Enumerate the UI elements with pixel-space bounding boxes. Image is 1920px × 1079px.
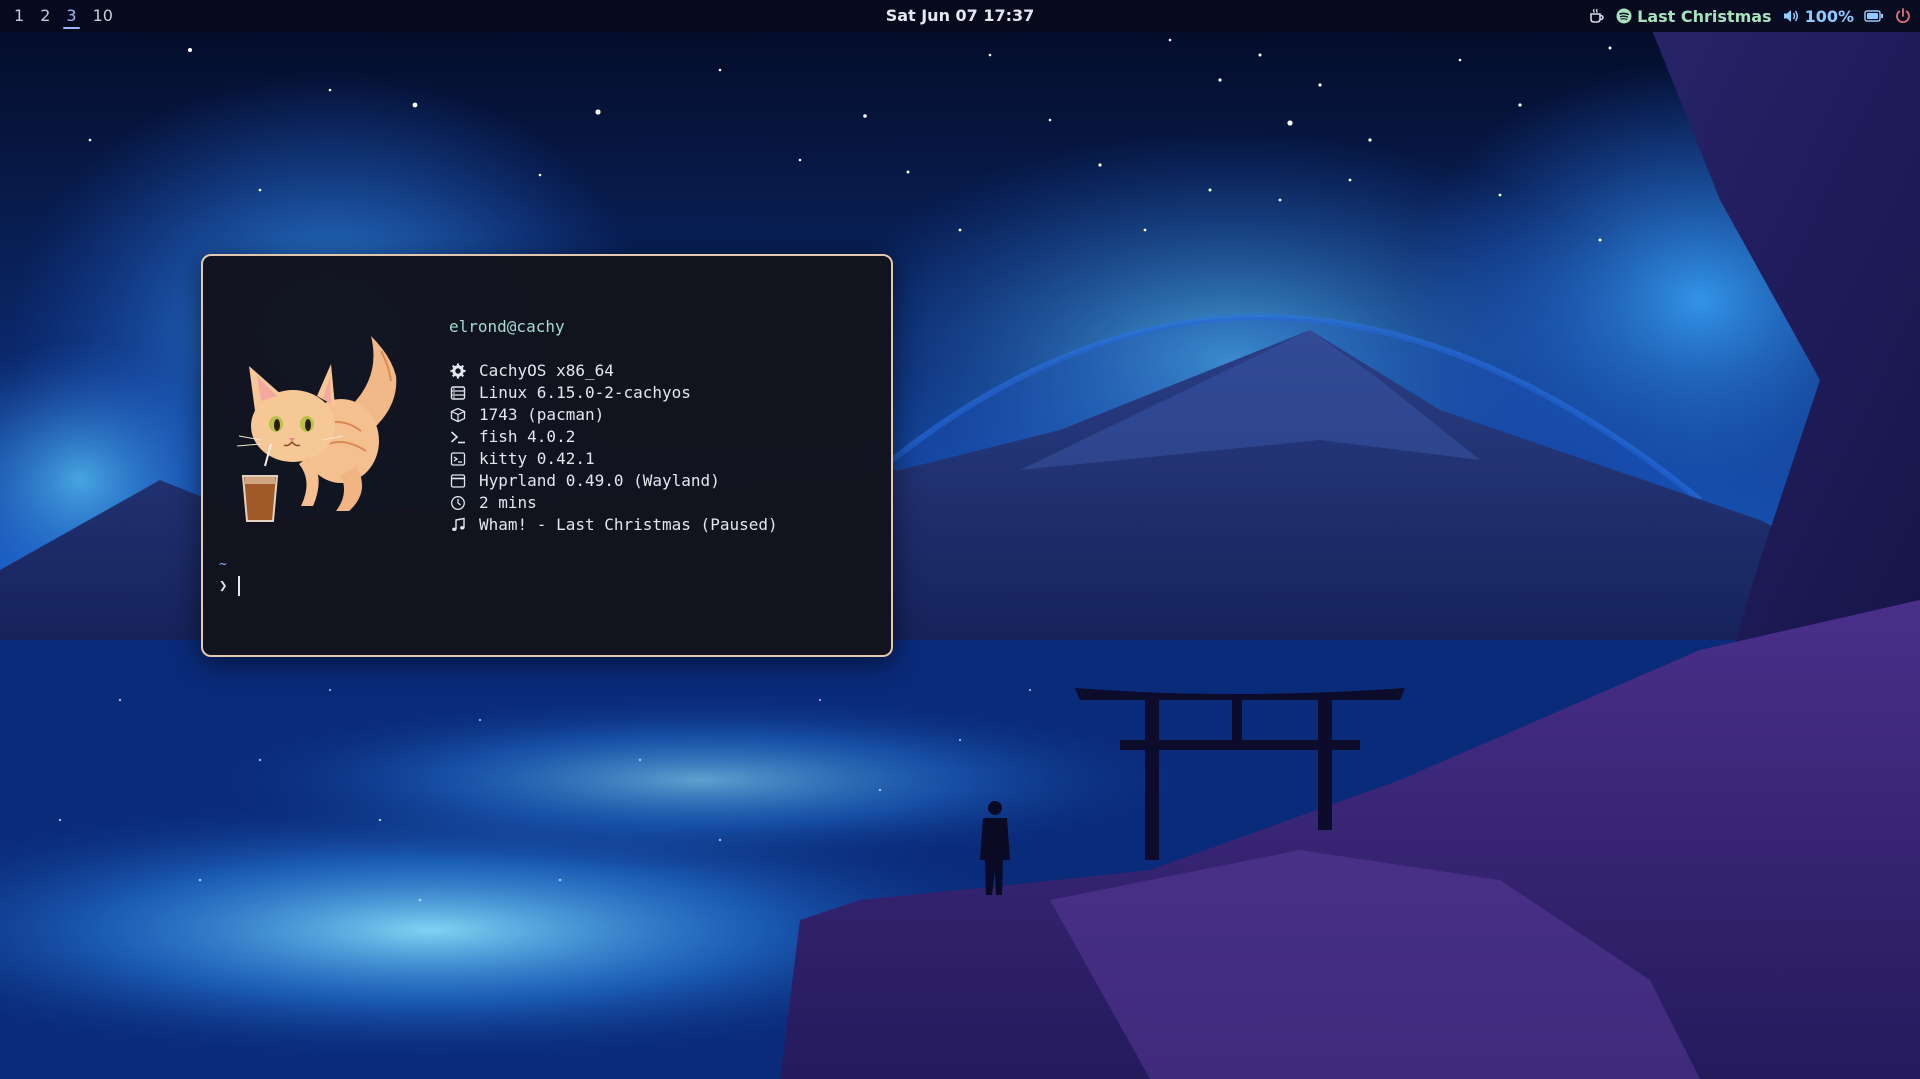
cat-drinking-tea-logo — [236, 336, 397, 522]
info-value: Wham! - Last Christmas (Paused) — [479, 515, 778, 534]
media-title: Last Christmas — [1637, 6, 1772, 26]
info-value: kitty 0.42.1 — [479, 449, 595, 468]
shell-prompt[interactable]: ~ ❯ — [219, 556, 241, 598]
prompt-directory: ~ — [219, 557, 227, 572]
desktop[interactable]: 12310 Sat Jun 07 17:37 Last Christmas — [0, 0, 1920, 1079]
battery-icon[interactable] — [1864, 9, 1884, 23]
prompt-line[interactable]: ❯ — [219, 574, 241, 598]
workspace-3[interactable]: 3 — [58, 0, 84, 32]
workspace-10[interactable]: 10 — [85, 0, 121, 32]
speaker-icon — [1783, 10, 1798, 22]
info-value: Hyprland 0.49.0 (Wayland) — [479, 471, 720, 490]
spotify-icon — [1616, 8, 1632, 24]
prompt-symbol: ❯ — [219, 578, 228, 594]
volume-control[interactable]: 100% — [1782, 7, 1854, 26]
terminal-window[interactable]: elrond@cachy CachyOS x86_64 Linux 6.15.0… — [201, 254, 893, 657]
text-cursor — [238, 576, 241, 596]
workspace-switcher: 1 2 3 10 — [6, 0, 121, 32]
info-row-kernel: Linux 6.15.0-2-cachyos — [449, 382, 778, 404]
volume-level: 100% — [1804, 6, 1854, 26]
system-tray: Last Christmas 100% — [1588, 0, 1912, 32]
kernel-icon — [449, 384, 467, 402]
info-row-terminal: kitty 0.42.1 — [449, 448, 778, 470]
info-row-os: CachyOS x86_64 — [449, 360, 778, 382]
shell-prompt-icon — [449, 428, 467, 446]
gear-icon — [449, 362, 467, 380]
media-player[interactable]: Last Christmas — [1616, 6, 1772, 26]
info-value: Linux 6.15.0-2-cachyos — [479, 383, 691, 402]
workspace-1[interactable]: 1 — [6, 0, 32, 32]
info-row-media: Wham! - Last Christmas (Paused) — [449, 514, 778, 536]
user-host: elrond@cachy — [449, 317, 565, 336]
info-row-uptime: 2 mins — [449, 492, 778, 514]
info-value: 1743 (pacman) — [479, 405, 605, 424]
workspace-2[interactable]: 2 — [32, 0, 58, 32]
top-bar: 12310 Sat Jun 07 17:37 Last Christmas — [0, 0, 1920, 32]
info-row-packages: 1743 (pacman) — [449, 404, 778, 426]
package-icon — [449, 406, 467, 424]
terminal-icon — [449, 450, 467, 468]
coffee-cup-icon[interactable] — [1588, 7, 1606, 25]
info-value: 2 mins — [479, 493, 537, 512]
info-value: CachyOS x86_64 — [479, 361, 614, 380]
info-row-wm: Hyprland 0.49.0 (Wayland) — [449, 470, 778, 492]
music-note-icon — [449, 516, 467, 534]
info-value: fish 4.0.2 — [479, 427, 576, 446]
info-row-shell: fish 4.0.2 — [449, 426, 778, 448]
window-icon — [449, 472, 467, 490]
fastfetch-info: elrond@cachy CachyOS x86_64 Linux 6.15.0… — [449, 316, 778, 536]
power-icon[interactable] — [1894, 7, 1912, 25]
clock-icon — [449, 494, 467, 512]
